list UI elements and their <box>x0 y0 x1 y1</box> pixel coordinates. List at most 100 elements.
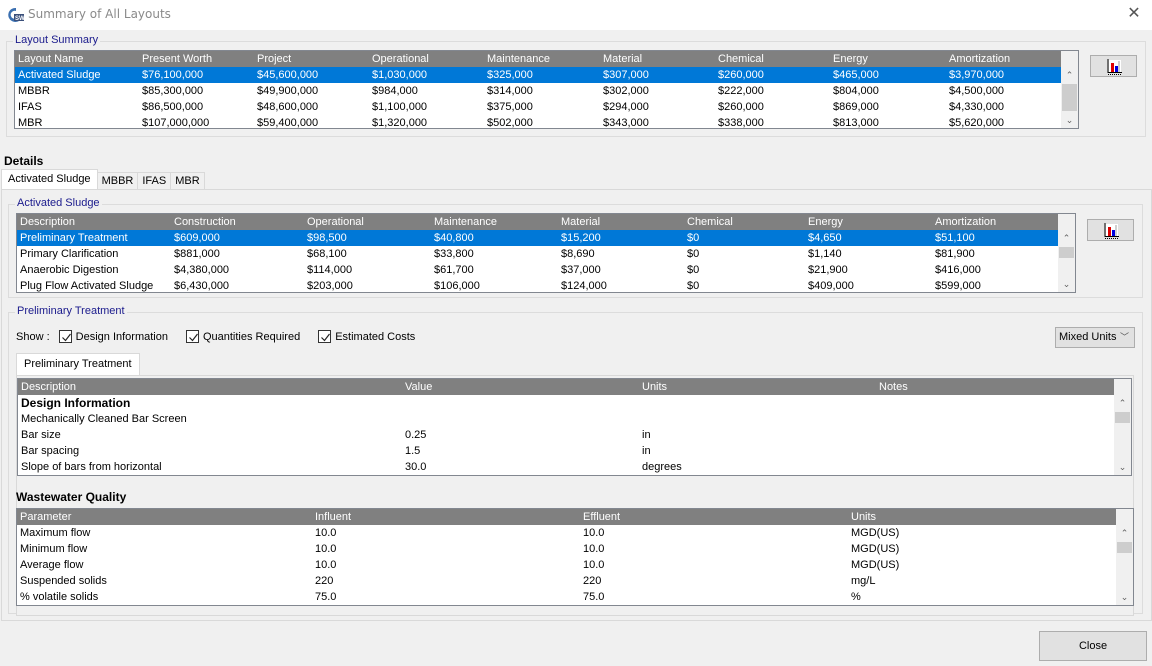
table-row[interactable]: Maximum flow 10.0 10.0 MGD(US) <box>17 525 1118 541</box>
scroll-down-icon[interactable]: ⌄ <box>1116 589 1133 605</box>
wastewater-scrollbar[interactable]: ⌃ ⌄ <box>1116 509 1133 605</box>
column-header[interactable]: Amortization <box>932 214 1060 230</box>
scroll-down-icon[interactable]: ⌄ <box>1114 459 1131 475</box>
tab-preliminary-treatment[interactable]: Preliminary Treatment <box>16 353 140 375</box>
tab-ifas[interactable]: IFAS <box>137 172 172 189</box>
close-icon[interactable]: ✕ <box>1124 4 1144 24</box>
table-row[interactable]: Average flow 10.0 10.0 MGD(US) <box>17 557 1118 573</box>
table-row[interactable]: Activated Sludge $76,100,000 $45,600,000 $1… <box>15 67 1063 83</box>
table-cell: Preliminary Treatment <box>17 230 171 246</box>
column-header[interactable]: Energy <box>805 214 932 230</box>
scroll-down-icon[interactable]: ⌄ <box>1061 112 1078 128</box>
checkbox[interactable] <box>318 330 332 343</box>
scroll-thumb[interactable] <box>1062 84 1077 111</box>
column-header[interactable]: Operational <box>304 214 431 230</box>
table-row[interactable]: Design Information <box>18 395 1116 411</box>
checkbox[interactable] <box>185 330 199 343</box>
checkmark-icon <box>321 333 331 342</box>
column-header[interactable]: Energy <box>830 51 946 67</box>
column-header[interactable]: Maintenance <box>484 51 600 67</box>
table-row[interactable]: IFAS $86,500,000 $48,600,000 $1,100,000 $375… <box>15 99 1063 115</box>
table-cell: 220 <box>315 575 334 587</box>
table-row[interactable]: Suspended solids 220 220 mg/L <box>17 573 1118 589</box>
unit-costs-scrollbar[interactable]: ⌃ ⌄ <box>1058 214 1075 292</box>
table-cell: $0 <box>687 264 700 276</box>
show-options: Show : Design Information Quantities Requ… <box>16 330 433 343</box>
column-header[interactable]: Present Worth <box>139 51 254 67</box>
column-header[interactable]: Description <box>17 214 171 230</box>
scroll-up-icon[interactable]: ⌃ <box>1058 230 1075 246</box>
layout-summary-chart-button[interactable] <box>1090 55 1137 77</box>
table-cell: $4,330,000 <box>949 101 1005 113</box>
table-row[interactable]: MBBR $85,300,000 $49,900,000 $984,000 $314,0… <box>15 83 1063 99</box>
table-cell: $37,000 <box>561 264 601 276</box>
table-cell <box>639 395 876 411</box>
scroll-up-icon[interactable]: ⌃ <box>1114 395 1131 411</box>
scroll-thumb[interactable] <box>1115 412 1130 423</box>
close-button[interactable]: Close <box>1039 631 1147 661</box>
table-cell: $599,000 <box>935 280 981 292</box>
column-header[interactable]: Chemical <box>684 214 805 230</box>
column-header[interactable]: Material <box>600 51 715 67</box>
table-cell: $76,100,000 <box>139 67 254 83</box>
column-header[interactable]: Effluent <box>580 509 848 525</box>
column-header[interactable]: Notes <box>876 379 1116 395</box>
table-cell: 75.0 <box>583 591 605 603</box>
layout-summary-table: Layout Name Present Worth Project Operation… <box>14 50 1079 129</box>
column-header[interactable]: Chemical <box>715 51 830 67</box>
tab-mbbr[interactable]: MBBR <box>96 172 139 189</box>
table-row[interactable]: Bar spacing 1.5 in <box>18 443 1116 459</box>
scroll-up-icon[interactable]: ⌃ <box>1061 67 1078 83</box>
table-row[interactable]: Bar size 0.25 in <box>18 427 1116 443</box>
table-cell: $21,900 <box>808 264 848 276</box>
window-title: Summary of All Layouts <box>28 7 171 21</box>
layout-summary-scrollbar[interactable]: ⌃ ⌄ <box>1061 51 1078 128</box>
column-header[interactable]: Operational <box>369 51 484 67</box>
table-cell: Minimum flow <box>20 543 88 555</box>
table-row[interactable]: % volatile solids 75.0 75.0% <box>17 589 1118 605</box>
column-header[interactable]: Units <box>639 379 876 395</box>
checkbox-quantities-required[interactable]: Quantities Required <box>185 330 300 343</box>
column-header[interactable]: Description <box>18 379 402 395</box>
table-row[interactable]: Mechanically Cleaned Bar Screen <box>18 411 1116 427</box>
design-info-scrollbar[interactable]: ⌃ ⌄ <box>1114 379 1131 475</box>
table-cell: Primary Clarification <box>20 248 119 260</box>
checkbox[interactable] <box>58 330 72 343</box>
tab-mbr[interactable]: MBR <box>170 172 205 189</box>
column-header[interactable]: Units <box>848 509 1118 525</box>
column-header[interactable]: Maintenance <box>431 214 558 230</box>
table-row[interactable]: Primary Clarification $881,000 $68,100 $33,… <box>17 246 1060 262</box>
table-cell: Bar spacing <box>21 445 80 457</box>
column-header[interactable]: Material <box>558 214 684 230</box>
table-cell <box>639 411 876 427</box>
table-cell: Slope of bars from horizontal <box>21 461 162 473</box>
column-header[interactable]: Construction <box>171 214 304 230</box>
scroll-thumb[interactable] <box>1059 247 1074 258</box>
table-cell: $86,500,000 <box>142 101 204 113</box>
scroll-down-icon[interactable]: ⌄ <box>1058 276 1075 292</box>
table-cell: $8,690 <box>561 248 595 260</box>
unit-costs-chart-button[interactable] <box>1087 219 1134 241</box>
units-dropdown[interactable]: Mixed Units ﹀ <box>1055 327 1135 348</box>
column-header[interactable]: Influent <box>312 509 580 525</box>
scroll-thumb[interactable] <box>1117 542 1132 553</box>
table-row[interactable]: Preliminary Treatment $609,000 $98,500 $40,… <box>17 230 1060 246</box>
column-header[interactable]: Amortization <box>946 51 1063 67</box>
scroll-up-icon[interactable]: ⌃ <box>1116 525 1133 541</box>
checkbox-estimated-costs[interactable]: Estimated Costs <box>318 330 415 343</box>
column-header[interactable]: Project <box>254 51 369 67</box>
column-header[interactable]: Layout Name <box>15 51 139 67</box>
table-cell: $984,000 <box>372 85 418 97</box>
table-cell: 220 <box>583 575 602 587</box>
table-row[interactable]: Slope of bars from horizontal 30.0 degrees <box>18 459 1116 475</box>
table-row[interactable]: Minimum flow 10.0 10.0 MGD(US) <box>17 541 1118 557</box>
column-header[interactable]: Value <box>402 379 639 395</box>
table-cell: $48,600,000 <box>257 101 319 113</box>
table-row[interactable]: Plug Flow Activated Sludge $6,430,000 $203… <box>17 278 1060 292</box>
tab-activated-sludge[interactable]: Activated Sludge <box>1 169 98 189</box>
table-row[interactable]: MBR $107,000,000 $59,400,000 $1,320,000 $502… <box>15 115 1063 128</box>
checkbox-design-information[interactable]: Design Information <box>58 330 168 343</box>
column-header[interactable]: Parameter <box>17 509 312 525</box>
table-row[interactable]: Anaerobic Digestion $4,380,000 $114,000 $61… <box>17 262 1060 278</box>
tab-label: Preliminary Treatment <box>24 358 132 370</box>
